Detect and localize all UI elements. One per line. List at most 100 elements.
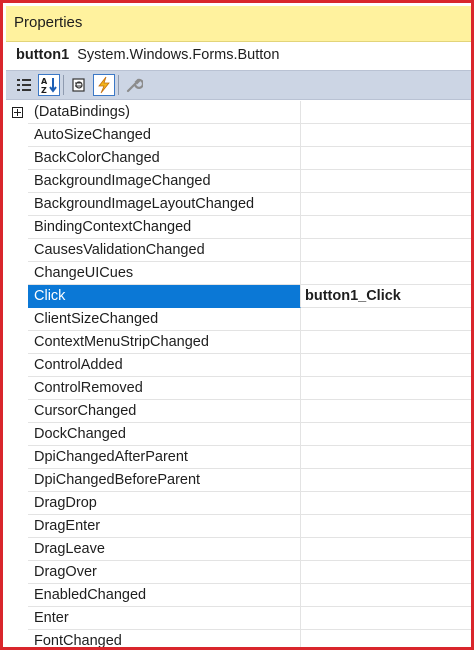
- event-handler-value[interactable]: [301, 170, 471, 193]
- events-button[interactable]: [93, 74, 115, 96]
- event-row[interactable]: Click button1_Click: [6, 285, 471, 308]
- event-handler-value[interactable]: [301, 124, 471, 147]
- event-name[interactable]: BackgroundImageLayoutChanged: [28, 193, 301, 216]
- object-type: System.Windows.Forms.Button: [77, 47, 280, 63]
- event-handler-value[interactable]: [301, 515, 471, 538]
- event-name[interactable]: DpiChangedAfterParent: [28, 446, 301, 469]
- event-handler-value[interactable]: [301, 630, 471, 647]
- event-row[interactable]: DragLeave: [6, 538, 471, 561]
- event-name[interactable]: DockChanged: [28, 423, 301, 446]
- properties-toolbar: A Z: [6, 70, 471, 100]
- row-gutter: [6, 584, 28, 607]
- row-gutter: [6, 377, 28, 400]
- event-row[interactable]: ControlAdded: [6, 354, 471, 377]
- event-handler-value[interactable]: [301, 101, 471, 124]
- event-name[interactable]: Click: [28, 285, 301, 308]
- row-gutter: [6, 193, 28, 216]
- event-name[interactable]: ContextMenuStripChanged: [28, 331, 301, 354]
- row-gutter: [6, 170, 28, 193]
- categorized-button[interactable]: [13, 74, 35, 96]
- event-name[interactable]: AutoSizeChanged: [28, 124, 301, 147]
- property-pages-button[interactable]: [123, 74, 145, 96]
- event-row[interactable]: DragOver: [6, 561, 471, 584]
- event-row[interactable]: ControlRemoved: [6, 377, 471, 400]
- event-name[interactable]: BackgroundImageChanged: [28, 170, 301, 193]
- event-handler-value[interactable]: [301, 492, 471, 515]
- event-handler-value[interactable]: [301, 584, 471, 607]
- event-row[interactable]: DockChanged: [6, 423, 471, 446]
- event-row[interactable]: Enter: [6, 607, 471, 630]
- event-handler-value[interactable]: [301, 377, 471, 400]
- event-name[interactable]: FontChanged: [28, 630, 301, 647]
- event-handler-value[interactable]: [301, 262, 471, 285]
- event-handler-value[interactable]: [301, 331, 471, 354]
- event-row[interactable]: ClientSizeChanged: [6, 308, 471, 331]
- event-handler-value[interactable]: [301, 147, 471, 170]
- event-handler-value[interactable]: [301, 423, 471, 446]
- event-handler-value[interactable]: [301, 193, 471, 216]
- event-row[interactable]: AutoSizeChanged: [6, 124, 471, 147]
- event-name[interactable]: DragDrop: [28, 492, 301, 515]
- event-name[interactable]: CausesValidationChanged: [28, 239, 301, 262]
- event-row[interactable]: BackgroundImageLayoutChanged: [6, 193, 471, 216]
- event-handler-value[interactable]: [301, 308, 471, 331]
- row-gutter: [6, 262, 28, 285]
- event-handler-value[interactable]: [301, 354, 471, 377]
- event-name[interactable]: DragEnter: [28, 515, 301, 538]
- event-handler-value[interactable]: [301, 216, 471, 239]
- event-handler-value[interactable]: [301, 607, 471, 630]
- event-name[interactable]: EnabledChanged: [28, 584, 301, 607]
- event-name[interactable]: CursorChanged: [28, 400, 301, 423]
- event-handler-value[interactable]: [301, 400, 471, 423]
- event-handler-value[interactable]: [301, 561, 471, 584]
- expand-plus-icon[interactable]: [11, 107, 23, 118]
- event-row[interactable]: CausesValidationChanged: [6, 239, 471, 262]
- panel-title-bar[interactable]: Properties: [6, 6, 471, 42]
- row-gutter: [6, 354, 28, 377]
- event-handler-value[interactable]: [301, 446, 471, 469]
- row-gutter: [6, 285, 28, 308]
- row-gutter: [6, 308, 28, 331]
- event-name[interactable]: (DataBindings): [28, 101, 301, 124]
- event-name[interactable]: ClientSizeChanged: [28, 308, 301, 331]
- event-handler-value[interactable]: [301, 538, 471, 561]
- event-name[interactable]: ChangeUICues: [28, 262, 301, 285]
- event-handler-value[interactable]: button1_Click: [301, 285, 471, 308]
- properties-button[interactable]: [68, 74, 90, 96]
- row-gutter: [6, 561, 28, 584]
- row-gutter: [6, 101, 28, 124]
- row-gutter: [6, 239, 28, 262]
- properties-icon: [72, 78, 85, 92]
- event-name[interactable]: Enter: [28, 607, 301, 630]
- event-row[interactable]: DragEnter: [6, 515, 471, 538]
- event-row[interactable]: CursorChanged: [6, 400, 471, 423]
- event-row[interactable]: FontChanged: [6, 630, 471, 647]
- object-name: button1: [16, 47, 70, 63]
- event-name[interactable]: DragLeave: [28, 538, 301, 561]
- event-row[interactable]: BindingContextChanged: [6, 216, 471, 239]
- event-row[interactable]: ChangeUICues: [6, 262, 471, 285]
- svg-text:A: A: [41, 77, 48, 86]
- event-name[interactable]: BindingContextChanged: [28, 216, 301, 239]
- event-name[interactable]: ControlRemoved: [28, 377, 301, 400]
- event-name[interactable]: BackColorChanged: [28, 147, 301, 170]
- event-row[interactable]: EnabledChanged: [6, 584, 471, 607]
- event-row[interactable]: (DataBindings): [6, 101, 471, 124]
- event-name[interactable]: ControlAdded: [28, 354, 301, 377]
- row-gutter: [6, 446, 28, 469]
- event-row[interactable]: BackColorChanged: [6, 147, 471, 170]
- event-name[interactable]: DragOver: [28, 561, 301, 584]
- event-row[interactable]: DpiChangedAfterParent: [6, 446, 471, 469]
- event-row[interactable]: DragDrop: [6, 492, 471, 515]
- row-gutter: [6, 630, 28, 647]
- event-name[interactable]: DpiChangedBeforeParent: [28, 469, 301, 492]
- row-gutter: [6, 147, 28, 170]
- event-row[interactable]: DpiChangedBeforeParent: [6, 469, 471, 492]
- object-selector[interactable]: button1 System.Windows.Forms.Button: [6, 43, 471, 69]
- event-row[interactable]: ContextMenuStripChanged: [6, 331, 471, 354]
- event-row[interactable]: BackgroundImageChanged: [6, 170, 471, 193]
- event-handler-value[interactable]: [301, 239, 471, 262]
- events-lightning-icon: [98, 76, 110, 94]
- alphabetical-button[interactable]: A Z: [38, 74, 60, 96]
- event-handler-value[interactable]: [301, 469, 471, 492]
